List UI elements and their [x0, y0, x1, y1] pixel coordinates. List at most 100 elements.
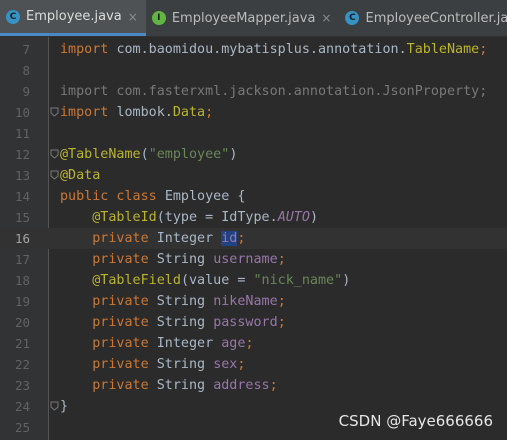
- tab-label: EmployeeMapper.java: [171, 10, 316, 26]
- line-number: 24: [14, 399, 30, 414]
- code-token: ;: [277, 252, 286, 267]
- code-token: private: [60, 252, 157, 267]
- code-token: TableName: [406, 42, 480, 57]
- code-token: private: [60, 294, 157, 309]
- code-token: import com.fasterxml.jackson.annotation.…: [60, 84, 488, 99]
- code-token: ;: [479, 42, 488, 57]
- code-line[interactable]: 11: [0, 123, 507, 144]
- code-token: Employee {: [164, 189, 246, 204]
- code-text: private String address;: [60, 375, 278, 396]
- code-line[interactable]: 19 private String nikeName;: [0, 291, 507, 312]
- code-line[interactable]: 10 import lombok.Data;: [0, 102, 507, 123]
- code-token: lombok.: [116, 105, 173, 120]
- code-text: private String password;: [60, 312, 286, 333]
- line-number: 11: [14, 126, 30, 141]
- code-line[interactable]: 20 private String password;: [0, 312, 507, 333]
- code-token: (value =: [180, 273, 254, 288]
- code-token: id: [221, 231, 238, 246]
- code-text: @TableId(type = IdType.AUTO): [60, 207, 318, 228]
- tab-employeemapper-java[interactable]: I EmployeeMapper.java ×: [146, 0, 340, 36]
- interface-icon: I: [151, 11, 166, 25]
- code-line[interactable]: 15 @TableId(type = IdType.AUTO): [0, 207, 507, 228]
- code-line[interactable]: 7 import com.baomidou.mybatisplus.annotat…: [0, 39, 507, 60]
- tab-employeecontroller-java[interactable]: C EmployeeController.java: [339, 0, 507, 36]
- code-token: (type = IdType.: [156, 210, 278, 225]
- code-token: (: [140, 147, 149, 162]
- code-token: private: [60, 336, 157, 351]
- code-editor[interactable]: 7 import com.baomidou.mybatisplus.annotat…: [0, 37, 507, 440]
- code-text: public class Employee {: [60, 186, 245, 207]
- close-tab-icon[interactable]: ×: [321, 11, 331, 25]
- watermark: CSDN @Faye666666: [338, 412, 493, 430]
- code-token: AUTO: [277, 210, 310, 225]
- code-token: ;: [245, 336, 254, 351]
- code-token: username: [213, 252, 278, 267]
- line-number: 21: [14, 336, 30, 351]
- code-token: @TableField: [92, 273, 181, 288]
- code-text: import com.fasterxml.jackson.annotation.…: [60, 81, 487, 102]
- code-token: ;: [237, 357, 246, 372]
- code-text: @TableName("employee"): [60, 144, 237, 165]
- code-token: String: [156, 315, 214, 330]
- line-number: 22: [14, 357, 30, 372]
- code-text: private String username;: [60, 249, 286, 270]
- line-number: 9: [22, 84, 30, 99]
- line-number: 13: [14, 168, 30, 183]
- code-line[interactable]: 22 private String sex;: [0, 354, 507, 375]
- fold-marker-icon[interactable]: [50, 107, 59, 117]
- code-text: private String nikeName;: [60, 291, 286, 312]
- code-token: @TableId: [92, 210, 157, 225]
- code-text: }: [60, 396, 68, 417]
- code-token: address: [213, 378, 270, 393]
- code-token: Data: [172, 105, 206, 120]
- tab-employee-java[interactable]: C Employee.java ×: [0, 0, 146, 36]
- code-token: String: [156, 378, 214, 393]
- code-text: private Integer age;: [60, 333, 254, 354]
- code-token: ;: [269, 378, 278, 393]
- code-token: Integer: [156, 231, 222, 246]
- code-line[interactable]: 17 private String username;: [0, 249, 507, 270]
- fold-marker-icon[interactable]: [50, 149, 59, 159]
- code-token: age: [221, 336, 246, 351]
- fold-marker-icon[interactable]: [50, 401, 59, 411]
- code-line[interactable]: 16 private Integer id;: [0, 228, 507, 249]
- code-token: private: [60, 315, 157, 330]
- code-line[interactable]: 18 @TableField(value = "nick_name"): [0, 270, 507, 291]
- code-text: @TableField(value = "nick_name"): [60, 270, 350, 291]
- code-token: ): [229, 147, 238, 162]
- line-number: 8: [22, 63, 30, 78]
- class-icon: C: [6, 9, 20, 24]
- line-number: 20: [14, 315, 30, 330]
- code-line[interactable]: 21 private Integer age;: [0, 333, 507, 354]
- fold-marker-icon[interactable]: [50, 170, 59, 180]
- close-tab-icon[interactable]: ×: [128, 10, 138, 24]
- code-token: "employee": [148, 147, 230, 162]
- line-number: 25: [14, 420, 30, 435]
- line-number: 7: [22, 42, 30, 57]
- code-token: import: [60, 105, 117, 120]
- class-icon: C: [345, 11, 360, 25]
- line-number: 12: [14, 147, 30, 162]
- code-token: @Data: [60, 168, 101, 183]
- code-line[interactable]: 14 public class Employee {: [0, 186, 507, 207]
- code-token: String: [156, 357, 214, 372]
- line-number: 14: [14, 189, 30, 204]
- code-token: @TableName: [60, 147, 141, 162]
- line-number: 15: [14, 210, 30, 225]
- code-line[interactable]: 23 private String address;: [0, 375, 507, 396]
- code-text: import lombok.Data;: [60, 102, 213, 123]
- code-line[interactable]: 12 @TableName("employee"): [0, 144, 507, 165]
- code-token: private: [60, 378, 157, 393]
- code-line[interactable]: 8: [0, 60, 507, 81]
- code-token: nikeName: [213, 294, 278, 309]
- code-line[interactable]: 13 @Data: [0, 165, 507, 186]
- code-token: ;: [277, 294, 286, 309]
- code-token: import: [60, 42, 117, 57]
- code-token: private: [60, 357, 157, 372]
- code-token: ;: [237, 231, 246, 246]
- line-number: 10: [14, 105, 30, 120]
- code-token: Integer: [156, 336, 222, 351]
- code-line[interactable]: 9 import com.fasterxml.jackson.annotation…: [0, 81, 507, 102]
- code-token: ): [342, 273, 351, 288]
